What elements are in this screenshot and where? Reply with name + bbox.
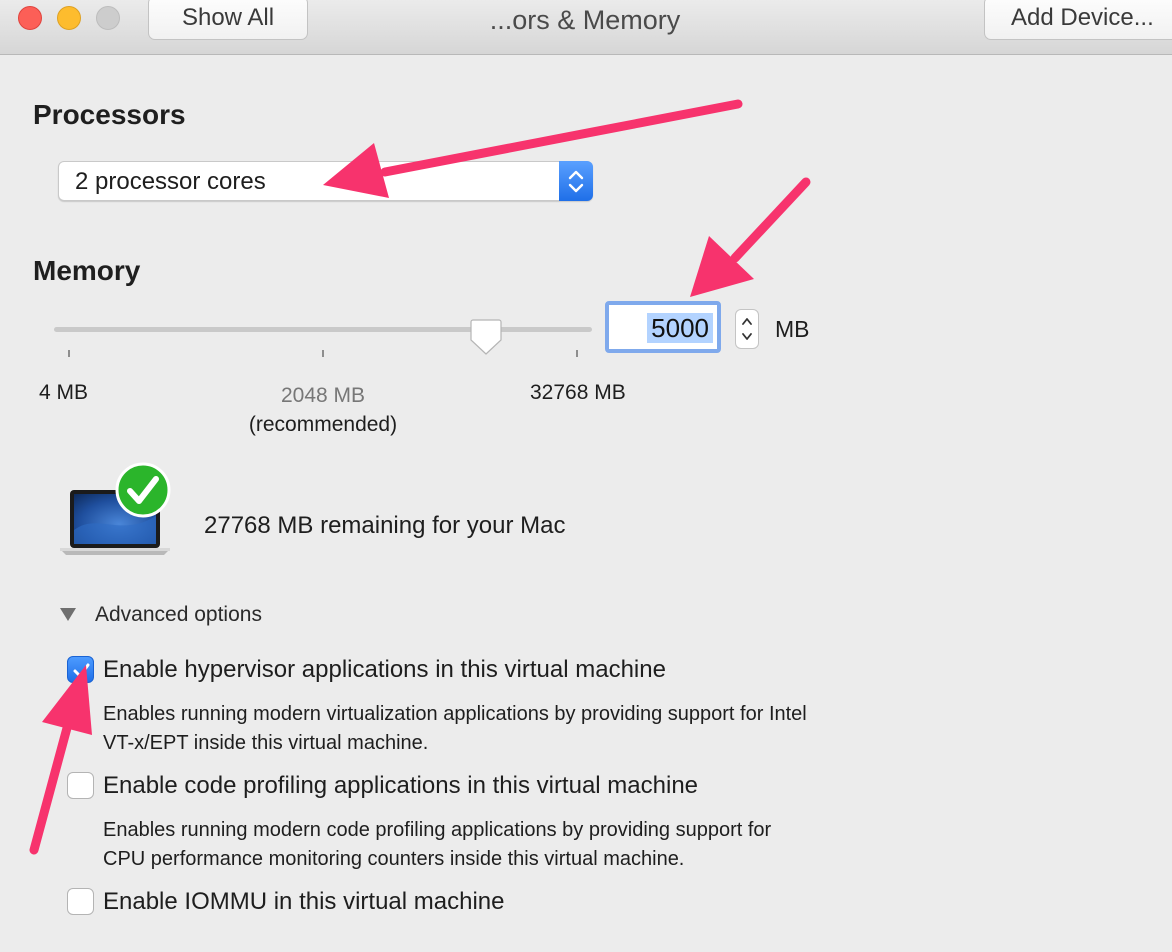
code-profiling-option-label[interactable]: Enable code profiling applications in th… — [103, 772, 698, 800]
memory-remaining-text: 27768 MB remaining for your Mac — [204, 512, 566, 539]
slider-max-label: 32768 MB — [530, 381, 626, 404]
close-window-button[interactable] — [18, 6, 42, 30]
iommu-checkbox[interactable] — [67, 888, 94, 915]
hypervisor-checkbox[interactable] — [67, 656, 94, 683]
zoom-window-button[interactable] — [96, 6, 120, 30]
code-profiling-checkbox[interactable] — [67, 772, 94, 799]
hypervisor-option-label[interactable]: Enable hypervisor applications in this v… — [103, 656, 666, 684]
show-all-button[interactable]: Show All — [148, 0, 308, 40]
annotation-arrow-icon — [29, 665, 92, 855]
memory-input-value: 5000 — [647, 313, 713, 343]
slider-recommended-label: 2048 MB — [280, 384, 366, 407]
slider-track[interactable] — [54, 327, 592, 332]
annotation-overlay — [29, 99, 811, 855]
chevron-updown-icon — [742, 318, 752, 340]
processors-heading: Processors — [33, 99, 186, 130]
memory-input[interactable]: 5000 — [605, 301, 721, 353]
checkmark-icon — [73, 663, 90, 678]
hypervisor-description-line-2: VT-x/EPT inside this virtual machine. — [103, 732, 429, 754]
processor-cores-popup[interactable]: 2 processor cores — [58, 161, 593, 201]
memory-heading: Memory — [33, 255, 141, 286]
title-bar: Show All ...ors & Memory Add Device... — [0, 0, 1172, 55]
annotation-arrow-icon — [690, 177, 811, 297]
iommu-option-label[interactable]: Enable IOMMU in this virtual machine — [103, 888, 504, 916]
slider-recommended-note: (recommended) — [248, 413, 398, 436]
slider-tick — [68, 350, 70, 357]
slider-thumb-icon[interactable] — [470, 318, 502, 356]
memory-unit-label: MB — [775, 316, 810, 342]
hypervisor-description-line-1: Enables running modern virtualization ap… — [103, 703, 807, 725]
minimize-window-button[interactable] — [57, 6, 81, 30]
code-profiling-description-line-1: Enables running modern code profiling ap… — [103, 819, 772, 841]
slider-tick — [322, 350, 324, 357]
code-profiling-description-line-2: CPU performance monitoring counters insi… — [103, 848, 685, 870]
chevron-updown-icon — [559, 161, 593, 201]
processor-cores-value: 2 processor cores — [75, 168, 266, 195]
advanced-options-toggle[interactable]: Advanced options — [95, 603, 262, 627]
window-title: ...ors & Memory — [489, 5, 681, 35]
disclosure-triangle-icon[interactable] — [60, 608, 76, 621]
add-device-button[interactable]: Add Device... — [984, 0, 1172, 40]
memory-stepper[interactable] — [735, 309, 759, 349]
slider-tick — [576, 350, 578, 357]
checkmark-badge-icon — [115, 462, 171, 518]
slider-min-label: 4 MB — [39, 381, 89, 404]
